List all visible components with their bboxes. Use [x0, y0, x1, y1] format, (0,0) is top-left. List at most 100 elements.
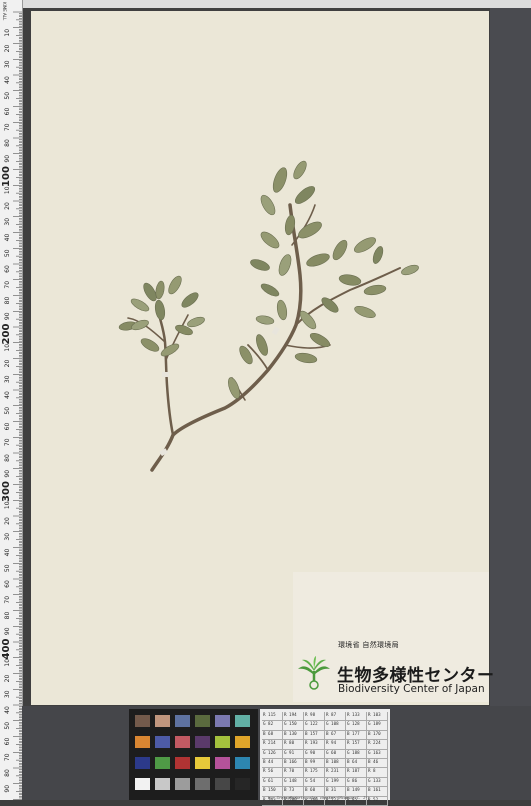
reference-cell: B 150	[262, 787, 283, 796]
reference-cell: G 199	[325, 777, 346, 787]
reference-cell: R 214	[262, 740, 283, 749]
reference-cell: B 67	[325, 730, 346, 740]
color-swatch	[135, 757, 150, 769]
leaf	[260, 231, 280, 249]
reference-cell: B 130	[283, 730, 304, 740]
color-swatch	[215, 778, 230, 790]
reference-cell: B 177	[346, 730, 367, 740]
leaf	[160, 343, 180, 357]
leaf	[294, 352, 318, 364]
reference-cell: B 64	[346, 758, 367, 768]
reference-cell: B 157	[304, 730, 325, 740]
reference-cell: G 108	[325, 721, 346, 730]
leaf	[228, 377, 240, 399]
reference-cell: B 68	[262, 730, 283, 740]
color-swatch	[215, 757, 230, 769]
reference-cell: R 70	[283, 768, 304, 777]
color-swatch	[155, 715, 170, 727]
center-name-english: Biodiversity Center of Japan	[338, 683, 485, 695]
leaf	[276, 299, 288, 321]
color-checker-card	[129, 709, 258, 800]
color-swatch	[215, 715, 230, 727]
reference-row: B 44 B 166 B 99 B 108 B 64 B 46	[262, 758, 388, 769]
reference-cell: G 61	[262, 777, 283, 787]
reference-cell: G 86	[346, 777, 367, 787]
reference-cell: B 161	[367, 787, 388, 796]
reference-cell: G 91	[283, 749, 304, 758]
leaf	[293, 160, 307, 180]
reference-cell: R 8	[367, 768, 388, 777]
leaf	[363, 284, 387, 296]
color-swatch	[195, 778, 210, 790]
color-swatch	[195, 715, 210, 727]
reference-cell: B 166	[283, 758, 304, 768]
leaf	[338, 274, 362, 286]
leaf	[130, 298, 150, 312]
leaf	[239, 345, 253, 365]
herbarium-scan: KIME ALL 10 20 30 40 50 60 70 80 90 100 10 20 30 40 50 6…	[0, 0, 531, 806]
color-swatch	[215, 736, 230, 748]
color-swatch	[155, 757, 170, 769]
leaf	[131, 319, 149, 331]
leaf	[298, 221, 322, 239]
reference-grid: R 115 R 194 R 98 R 87 R 133 R 103 G 82 G 150 G 1…	[262, 712, 388, 806]
reference-cell: G 133	[367, 777, 388, 787]
reference-row: R 56 R 70 R 175 R 231 R 187 R 8	[262, 768, 388, 778]
color-swatch	[175, 715, 190, 727]
leaf	[140, 338, 160, 352]
color-reference-card: R 115 R 194 R 98 R 87 R 133 R 103 G 82 G 150 G 1…	[260, 709, 390, 806]
reference-row: R 214 R 80 R 193 R 94 R 157 R 224	[262, 740, 388, 750]
reference-cell: G 148	[283, 777, 304, 787]
color-swatch	[135, 736, 150, 748]
reference-cell: R 193	[304, 740, 325, 749]
reference-cell: G 122	[304, 721, 325, 730]
leaf	[278, 254, 292, 276]
reference-cell: R 94	[325, 740, 346, 749]
biodiversity-center-logo	[298, 656, 330, 690]
reference-note: by: GretagMacbeth color checker (Mcamson…	[268, 796, 370, 800]
reference-cell: R 56	[262, 768, 283, 777]
reference-cell: G 163	[367, 749, 388, 758]
reference-cell: R 133	[346, 712, 367, 721]
reference-cell: B 73	[283, 787, 304, 796]
leaf	[372, 246, 384, 264]
reference-cell: R 80	[283, 740, 304, 749]
reference-cell: R 194	[283, 712, 304, 721]
color-swatch	[155, 736, 170, 748]
color-swatch	[235, 736, 250, 748]
leaf	[294, 186, 316, 204]
leaf	[154, 299, 166, 321]
reference-cell: G 90	[304, 749, 325, 758]
color-swatch	[195, 736, 210, 748]
leaf	[255, 315, 275, 325]
reference-cell: G 126	[262, 749, 283, 758]
reference-cell: R 103	[367, 712, 388, 721]
reference-cell: R 87	[325, 712, 346, 721]
reference-cell: R 224	[367, 740, 388, 749]
color-swatch	[175, 757, 190, 769]
color-swatch	[175, 736, 190, 748]
reference-cell: R 187	[346, 768, 367, 777]
leaf	[181, 292, 199, 308]
reference-cell: G 150	[283, 721, 304, 730]
leaf	[306, 253, 330, 267]
leaf	[155, 280, 165, 300]
reference-cell: R 175	[304, 768, 325, 777]
leaf	[260, 283, 280, 297]
leaf	[168, 275, 182, 295]
reference-cell: B 99	[304, 758, 325, 768]
reference-cell: G 189	[367, 721, 388, 730]
ministry-name: 環境省 自然環境局	[338, 641, 399, 649]
color-swatch	[135, 715, 150, 727]
reference-row: B 68 B 130 B 157 B 67 B 177 B 170	[262, 730, 388, 741]
reference-row: R 115 R 194 R 98 R 87 R 133 R 103	[262, 712, 388, 722]
color-swatch	[175, 778, 190, 790]
reference-cell: G 128	[346, 721, 367, 730]
reference-cell: G 188	[346, 749, 367, 758]
reference-cell: B 170	[367, 730, 388, 740]
reference-cell: B 46	[367, 758, 388, 768]
leaf	[250, 259, 270, 271]
reference-cell: G 54	[304, 777, 325, 787]
color-swatch	[235, 715, 250, 727]
reference-cell: B 44	[262, 758, 283, 768]
